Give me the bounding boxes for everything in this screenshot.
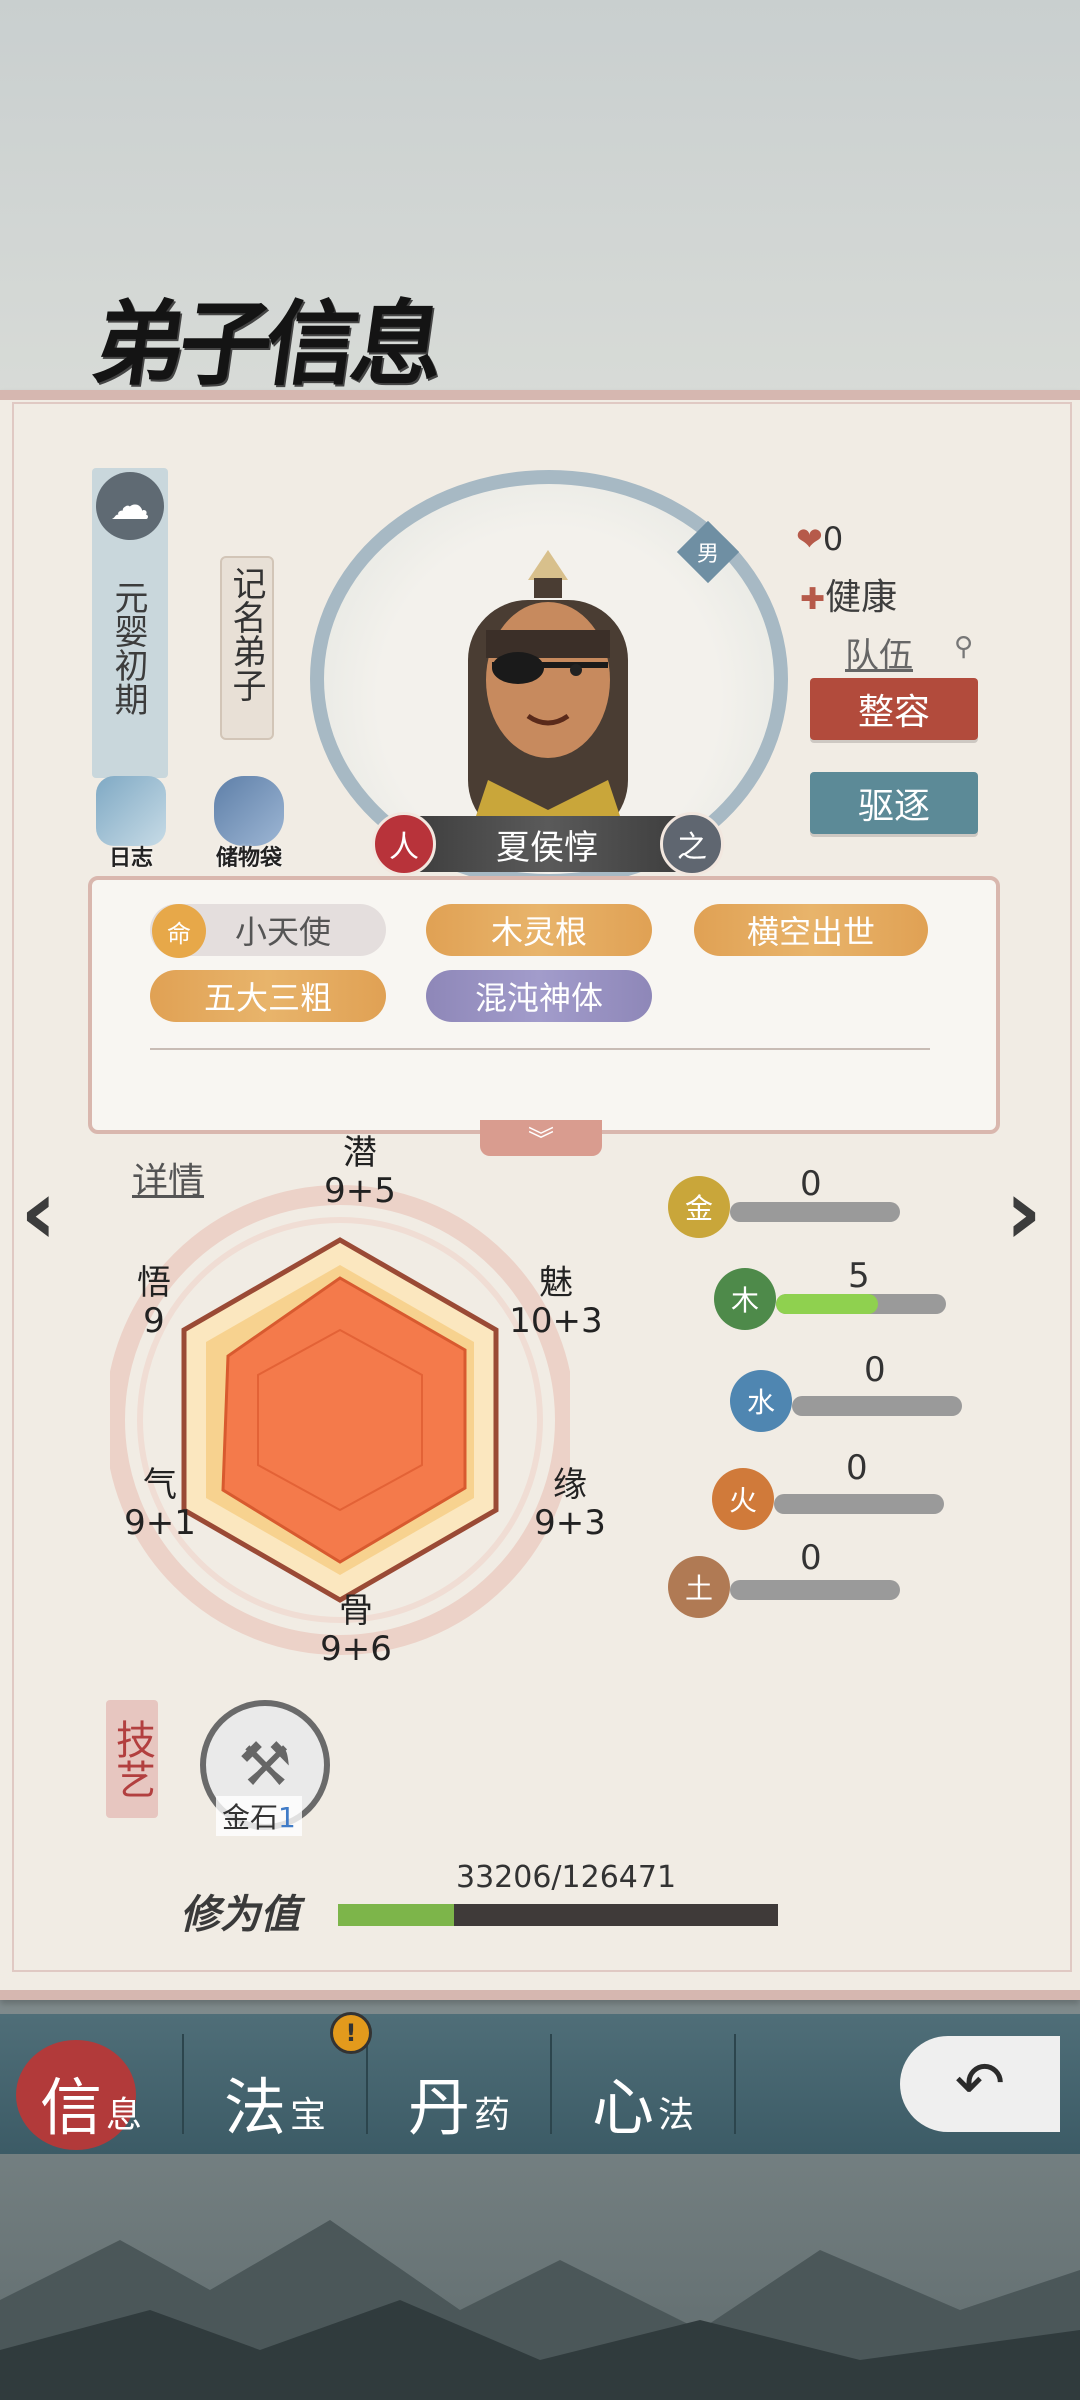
disciple-portrait[interactable] (448, 540, 648, 840)
element-bar-fill (776, 1294, 878, 1314)
back-arrow-icon: ↶ (954, 2049, 1006, 2119)
previous-disciple-arrow[interactable]: ‹ (20, 1160, 57, 1265)
trait-chip[interactable]: 木灵根 (426, 904, 652, 956)
element-value: 0 (864, 1350, 886, 1390)
alert-badge: ! (330, 2012, 372, 2054)
tab-small: 息 (106, 2095, 143, 2136)
gender-label: 男 (696, 541, 720, 567)
tab-big: 心 (591, 2071, 654, 2144)
stat-value: 9+5 (324, 1171, 396, 1211)
expel-button[interactable]: 驱逐 (810, 772, 978, 834)
tab-divider (734, 2034, 736, 2134)
element-bar (792, 1396, 962, 1416)
tab-small: 宝 (290, 2095, 327, 2136)
trait-chip[interactable]: 横空出世 (694, 904, 928, 956)
skills-tag: 技艺 (106, 1700, 158, 1818)
book-icon (96, 776, 166, 846)
stat-value: 9 (143, 1301, 165, 1341)
stat-potential: 潜 9+5 (310, 1134, 410, 1210)
skill-level: 1 (278, 1801, 296, 1834)
storage-bag-label: 储物袋 (215, 846, 282, 871)
cultivation-bar-fill (338, 1904, 454, 1926)
stat-value: 10+3 (509, 1301, 603, 1341)
cloud-icon: ☁ (96, 472, 164, 540)
skill-name: 金石 (222, 1801, 279, 1834)
stat-name: 潜 (343, 1133, 377, 1173)
skill-label: 金石1 (216, 1796, 302, 1836)
element-value: 5 (848, 1256, 870, 1296)
back-button[interactable]: ↶ (900, 2036, 1060, 2132)
realm-label: 元婴初期 (108, 580, 148, 716)
stat-qi: 气 9+1 (110, 1466, 210, 1542)
stat-value: 9+1 (124, 1503, 196, 1543)
traits-divider (150, 1048, 930, 1050)
log-button[interactable]: 日志 (86, 776, 176, 872)
tab-big: 信 (39, 2071, 102, 2144)
cultivation-value: 33206/126471 (456, 1860, 677, 1895)
health-status: ✚健康 (800, 568, 897, 620)
element-value: 0 (800, 1538, 822, 1578)
trait-chip[interactable]: 五大三粗 (150, 970, 386, 1022)
tab-small: 法 (658, 2095, 695, 2136)
tab-big: 法 (223, 2071, 286, 2144)
heart-icon: ❤ (796, 520, 823, 558)
tab-big: 丹 (407, 2071, 470, 2144)
cultivation-label: 修为值 (180, 1891, 300, 1938)
tab-pill[interactable]: 丹药 (368, 2020, 550, 2148)
stat-name: 魅 (539, 1263, 573, 1303)
resource-count-value: 0 (822, 520, 844, 558)
stat-name: 缘 (553, 1465, 587, 1505)
location-pin-icon: ⚲ (954, 632, 974, 662)
stat-value: 9+6 (320, 1629, 392, 1669)
stat-name: 悟 (137, 1263, 171, 1303)
stat-charm: 魅 10+3 (506, 1264, 606, 1340)
page-title: 弟子信息 (86, 290, 446, 398)
element-bar (730, 1202, 900, 1222)
bag-icon (214, 776, 284, 846)
element-bar (774, 1494, 944, 1514)
stat-value: 9+3 (534, 1503, 606, 1543)
element-icon: 土 (668, 1556, 730, 1618)
health-label: 健康 (825, 577, 898, 618)
stat-insight: 悟9 (104, 1264, 204, 1340)
element-value: 0 (800, 1164, 822, 1204)
storage-bag-button[interactable]: 储物袋 (204, 776, 294, 872)
stat-name: 气 (143, 1465, 177, 1505)
stat-name: 骨 (339, 1591, 373, 1631)
rank-label: 记名弟子 (226, 566, 266, 702)
element-icon: 金 (668, 1176, 730, 1238)
resource-count: ❤0 (796, 520, 843, 558)
element-value: 0 (846, 1448, 868, 1488)
brush-icon[interactable]: 之 (660, 812, 724, 876)
next-disciple-arrow[interactable]: › (1005, 1160, 1042, 1265)
team-link[interactable]: 队伍 (845, 628, 913, 677)
element-icon: 木 (714, 1268, 776, 1330)
element-bar (730, 1580, 900, 1600)
mountain-scenery (0, 2220, 1080, 2400)
stat-fortune: 缘 9+3 (520, 1466, 620, 1542)
trait-chip[interactable]: 混沌神体 (426, 970, 652, 1022)
element-icon: 水 (730, 1370, 792, 1432)
health-icon: ✚ (800, 582, 826, 617)
tab-small: 药 (474, 2095, 511, 2136)
person-icon: 人 (372, 812, 436, 876)
stat-bone: 骨 9+6 (306, 1592, 406, 1668)
name-bar: 夏侯惇 (412, 816, 682, 872)
log-label: 日志 (108, 846, 153, 871)
restyle-button[interactable]: 整容 (810, 678, 978, 740)
fate-badge-icon: 命 (152, 904, 206, 958)
element-icon: 火 (712, 1468, 774, 1530)
tab-mind-method[interactable]: 心法 (552, 2020, 734, 2148)
tab-info[interactable]: 信息 (0, 2020, 182, 2148)
